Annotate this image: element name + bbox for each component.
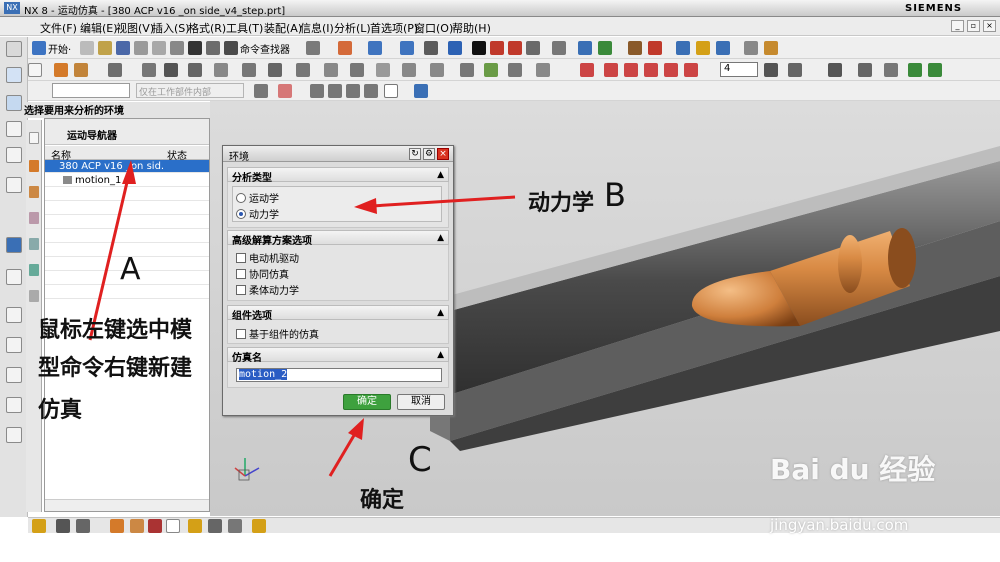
baidu-url-watermark: jingyan.baidu.com [770, 516, 909, 534]
annotation-letter-b: B [604, 176, 626, 214]
annotation-step-a-line2: 型命令右键新建 [38, 356, 193, 381]
annotation-confirm: 确定 [360, 488, 405, 513]
arrow-c-icon [328, 418, 364, 477]
annotation-letter-a: A [120, 252, 141, 287]
arrow-b-icon [354, 195, 516, 214]
annotation-letter-c: C [408, 440, 432, 480]
baidu-watermark: Bai du 经验 [770, 453, 936, 486]
annotation-step-a-line3: 仿真 [38, 398, 83, 423]
annotation-dynamics: 动力学 [528, 191, 595, 216]
annotation-step-a-line1: 鼠标左键选中模 [38, 318, 193, 343]
